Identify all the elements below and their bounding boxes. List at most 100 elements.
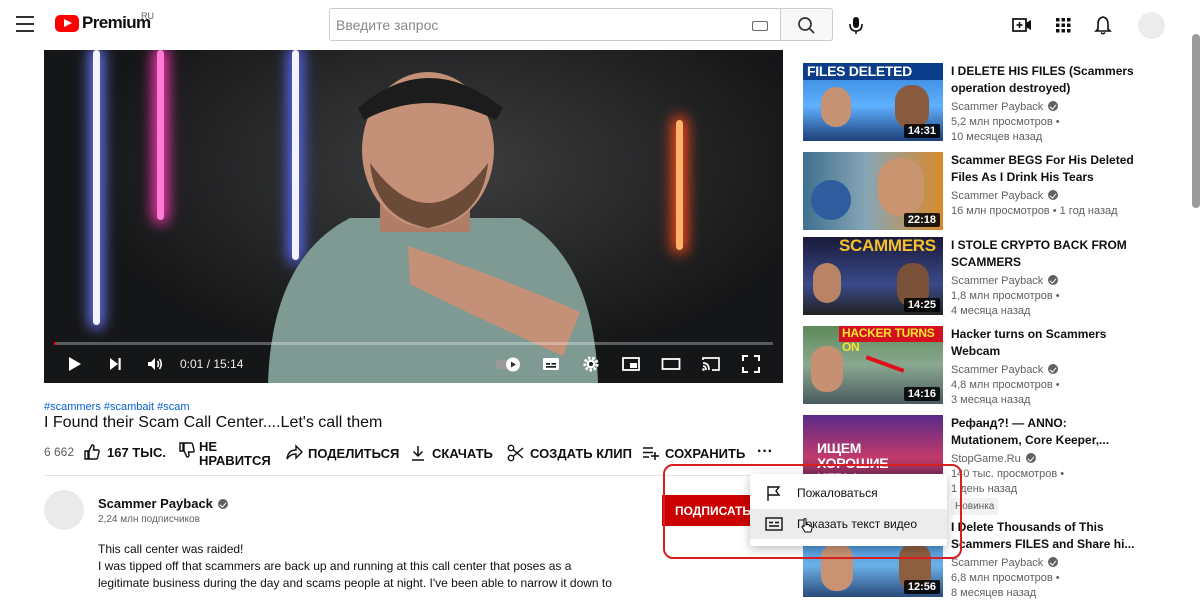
- video-duration: 14:16: [903, 387, 940, 401]
- video-thumbnail[interactable]: 22:18: [803, 152, 943, 230]
- recommended-age: 8 месяцев назад: [951, 587, 1037, 599]
- verified-badge-icon: [1048, 364, 1059, 374]
- miniplayer-icon[interactable]: [621, 354, 641, 374]
- microphone-icon: [849, 17, 863, 34]
- recommended-video[interactable]: FILES DELETED 14:31 I DELETE HIS FILES (…: [803, 63, 1183, 145]
- apps-grid-icon[interactable]: [1052, 14, 1074, 36]
- thumbnail-caption: SCAMMERS: [839, 237, 936, 255]
- recommended-video-title[interactable]: I STOLE CRYPTO BACK FROM SCAMMERS: [951, 237, 1136, 271]
- download-label: СКАЧАТЬ: [432, 445, 493, 461]
- time-display: 0:01 / 15:14: [180, 357, 244, 371]
- share-button[interactable]: ПОДЕЛИТЬСЯ: [284, 443, 399, 463]
- cast-icon[interactable]: [701, 354, 721, 374]
- channel-name[interactable]: Scammer Payback: [98, 496, 228, 511]
- video-description[interactable]: This call center was raided! I was tippe…: [98, 541, 618, 592]
- fullscreen-icon[interactable]: [741, 354, 761, 374]
- recommended-video-title[interactable]: Hacker turns on Scammers Webcam: [951, 326, 1136, 360]
- recommended-age: 10 месяцев назад: [951, 131, 1043, 143]
- notifications-bell-icon[interactable]: [1092, 14, 1114, 36]
- create-clip-label: СОЗДАТЬ КЛИП: [530, 445, 632, 461]
- more-actions-button[interactable]: ···: [757, 443, 773, 461]
- create-clip-button[interactable]: СОЗДАТЬ КЛИП: [506, 443, 632, 463]
- search-input[interactable]: [336, 16, 736, 33]
- subscriber-count: 2,24 млн подписчиков: [98, 514, 200, 525]
- add-to-playlist-icon: [643, 447, 659, 460]
- recommended-views: 5,2 млн просмотров •: [951, 116, 1060, 128]
- thumbnail-arrow: [865, 355, 905, 373]
- hamburger-menu-icon[interactable]: [16, 16, 34, 32]
- search-icon: [798, 17, 815, 34]
- presenter-figure: [268, 72, 598, 383]
- description-line: This call center was raided!: [98, 542, 244, 556]
- thumbnail-sticker: [811, 180, 851, 220]
- video-duration: 22:18: [903, 213, 940, 227]
- video-thumbnail[interactable]: SCAMMERS 14:25: [803, 237, 943, 315]
- video-duration: 14:25: [903, 298, 940, 312]
- thumbnail-face: [813, 263, 841, 303]
- verified-badge-icon: [1048, 275, 1059, 285]
- recommended-video-title[interactable]: I Delete Thousands of This Scammers FILE…: [951, 519, 1136, 553]
- dislike-label-line2: НРАВИТСЯ: [199, 453, 271, 468]
- next-video-icon[interactable]: [105, 354, 125, 374]
- channel-name-text: Scammer Payback: [951, 557, 1044, 569]
- download-button[interactable]: СКАЧАТЬ: [408, 443, 493, 463]
- orange-neon-tube: [676, 120, 683, 250]
- recommended-video-title[interactable]: Рефанд?! — ANNO: Mutationem, Core Keeper…: [951, 415, 1136, 449]
- dislike-button[interactable]: НЕ НРАВИТСЯ: [177, 440, 271, 468]
- volume-icon[interactable]: [145, 354, 165, 374]
- recommended-channel[interactable]: Scammer Payback: [951, 274, 1059, 289]
- channel-name-text: Scammer Payback: [98, 496, 213, 511]
- search-box: [329, 8, 781, 41]
- play-icon[interactable]: [64, 354, 84, 374]
- subtitles-icon[interactable]: [541, 354, 561, 374]
- search-button[interactable]: [781, 8, 833, 41]
- video-duration: 12:56: [903, 580, 940, 594]
- thumbs-up-icon: [84, 444, 100, 460]
- keyboard-icon[interactable]: [752, 21, 768, 31]
- recommended-video-title[interactable]: I DELETE HIS FILES (Scammers operation d…: [951, 63, 1136, 97]
- video-duration: 14:31: [903, 124, 940, 138]
- views-text: 4,8 млн просмотров: [951, 379, 1053, 391]
- save-button[interactable]: СОХРАНИТЬ: [641, 443, 745, 463]
- logo-region: RU: [141, 11, 154, 21]
- like-button[interactable]: 167 ТЫС.: [82, 442, 166, 462]
- scissors-icon: [507, 444, 524, 462]
- recommended-video[interactable]: 22:18 Scammer BEGS For His Deleted Files…: [803, 152, 1183, 234]
- youtube-premium-logo[interactable]: Premium RU: [55, 11, 154, 33]
- channel-avatar[interactable]: [44, 490, 84, 530]
- voice-search-button[interactable]: [843, 12, 869, 38]
- recommended-channel[interactable]: Scammer Payback: [951, 363, 1059, 378]
- channel-name-text: Scammer Payback: [951, 364, 1044, 376]
- settings-gear-icon[interactable]: [581, 354, 601, 374]
- create-video-icon[interactable]: [1011, 14, 1033, 36]
- views-text: 5,2 млн просмотров: [951, 116, 1053, 128]
- recommended-channel[interactable]: Scammer Payback: [951, 100, 1059, 115]
- video-player[interactable]: 0:01 / 15:14: [44, 50, 783, 383]
- thumbnail-face: [895, 85, 929, 129]
- account-avatar[interactable]: [1138, 12, 1165, 39]
- recommended-video[interactable]: SCAMMERS 14:25 I STOLE CRYPTO BACK FROM …: [803, 237, 1183, 319]
- page-scrollbar[interactable]: [1192, 34, 1200, 208]
- video-thumbnail[interactable]: HACKER TURNS ON 14:16: [803, 326, 943, 404]
- recommended-views: 140 тыс. просмотров •: [951, 468, 1065, 480]
- video-thumbnail[interactable]: FILES DELETED 14:31: [803, 63, 943, 141]
- description-line: legitimate business during the day and s…: [98, 576, 612, 590]
- channel-name-text: Scammer Payback: [951, 275, 1044, 287]
- views-text: 1,8 млн просмотров: [951, 290, 1053, 302]
- progress-bar[interactable]: [54, 342, 773, 345]
- recommended-channel[interactable]: Scammer Payback: [951, 556, 1059, 571]
- video-hashtags[interactable]: #scammers #scambait #scam: [44, 401, 190, 413]
- recommended-video-title[interactable]: Scammer BEGS For His Deleted Files As I …: [951, 152, 1136, 186]
- recommended-channel[interactable]: StopGame.Ru: [951, 452, 1036, 467]
- share-label: ПОДЕЛИТЬСЯ: [308, 445, 400, 461]
- autoplay-toggle[interactable]: [494, 354, 524, 374]
- verified-badge-icon: [1025, 453, 1036, 463]
- pink-neon-tube: [157, 50, 164, 220]
- save-label: СОХРАНИТЬ: [665, 445, 746, 461]
- share-arrow-icon: [286, 444, 303, 460]
- recommended-channel[interactable]: Scammer Payback: [951, 189, 1059, 204]
- recommended-video[interactable]: HACKER TURNS ON 14:16 Hacker turns on Sc…: [803, 326, 1183, 408]
- theater-mode-icon[interactable]: [661, 354, 681, 374]
- recommended-age: 4 месяца назад: [951, 305, 1031, 317]
- recommended-age: 3 месяца назад: [951, 394, 1031, 406]
